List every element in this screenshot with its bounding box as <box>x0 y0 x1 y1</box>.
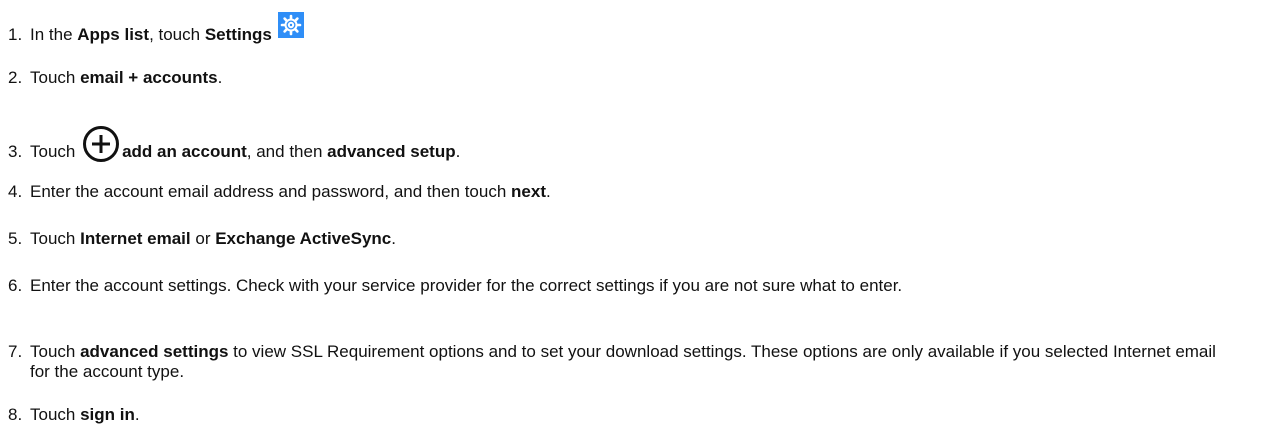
step-bold-text: Exchange ActiveSync <box>215 229 392 248</box>
instruction-steps: 1. In the Apps list, touch Settings 2. Tou… <box>0 0 1264 437</box>
step-number: 5. <box>8 229 23 248</box>
step-5: 5. Touch Internet email or Exchange Activ… <box>8 229 1248 249</box>
step-bold-text: next <box>511 182 546 201</box>
step-wrapped-text: Touch advanced settings to view SSL Requ… <box>30 342 1220 382</box>
step-text: Touch <box>30 142 81 161</box>
step-number: 7. <box>8 342 23 361</box>
step-text: . <box>455 142 461 161</box>
step-bold-text: Apps list <box>77 25 150 44</box>
step-text: Enter the account email address and pass… <box>30 182 512 201</box>
step-4: 4. Enter the account email address and pa… <box>8 182 1248 202</box>
step-text: . <box>546 182 551 201</box>
step-text: . <box>217 68 223 87</box>
step-8: 8. Touch sign in. <box>8 405 1248 425</box>
step-bold-text: advanced settings <box>80 342 229 361</box>
step-text: , and then <box>246 142 328 161</box>
step-number: 4. <box>8 182 23 201</box>
step-6: 6. Enter the account settings. Check with… <box>8 276 1248 296</box>
settings-gear-icon <box>277 12 304 38</box>
step-2: 2. Touch email + accounts. <box>8 68 1248 88</box>
step-text: Touch <box>30 405 81 424</box>
step-text: Touch <box>30 229 81 248</box>
step-3: 3. Touch add an account, and then advance… <box>8 125 1248 163</box>
step-number: 1. <box>8 25 23 44</box>
step-text: Enter the account settings. Check with y… <box>30 276 903 295</box>
step-text: . <box>391 229 396 248</box>
step-7: 7. Touch advanced settings to view SSL Re… <box>8 342 1248 382</box>
step-bold-text: advanced setup <box>327 142 456 161</box>
step-text: or <box>190 229 216 248</box>
step-number: 8. <box>8 405 23 424</box>
step-bold-text: add an account <box>122 142 247 161</box>
step-number: 6. <box>8 276 23 295</box>
step-text: Touch <box>30 68 81 87</box>
step-text: In the <box>30 25 78 44</box>
step-bold-text: email + accounts <box>80 68 218 87</box>
step-1: 1. In the Apps list, touch Settings <box>8 12 1248 46</box>
step-text: . <box>134 405 140 424</box>
step-bold-text: Settings <box>204 25 272 44</box>
step-text: , touch <box>149 25 205 44</box>
step-number: 2. <box>8 68 23 87</box>
step-bold-text: Internet email <box>80 229 191 248</box>
step-text: Touch <box>30 342 81 361</box>
add-circle-icon <box>82 125 120 163</box>
step-number: 3. <box>8 142 23 161</box>
step-bold-text: sign in <box>80 405 135 424</box>
